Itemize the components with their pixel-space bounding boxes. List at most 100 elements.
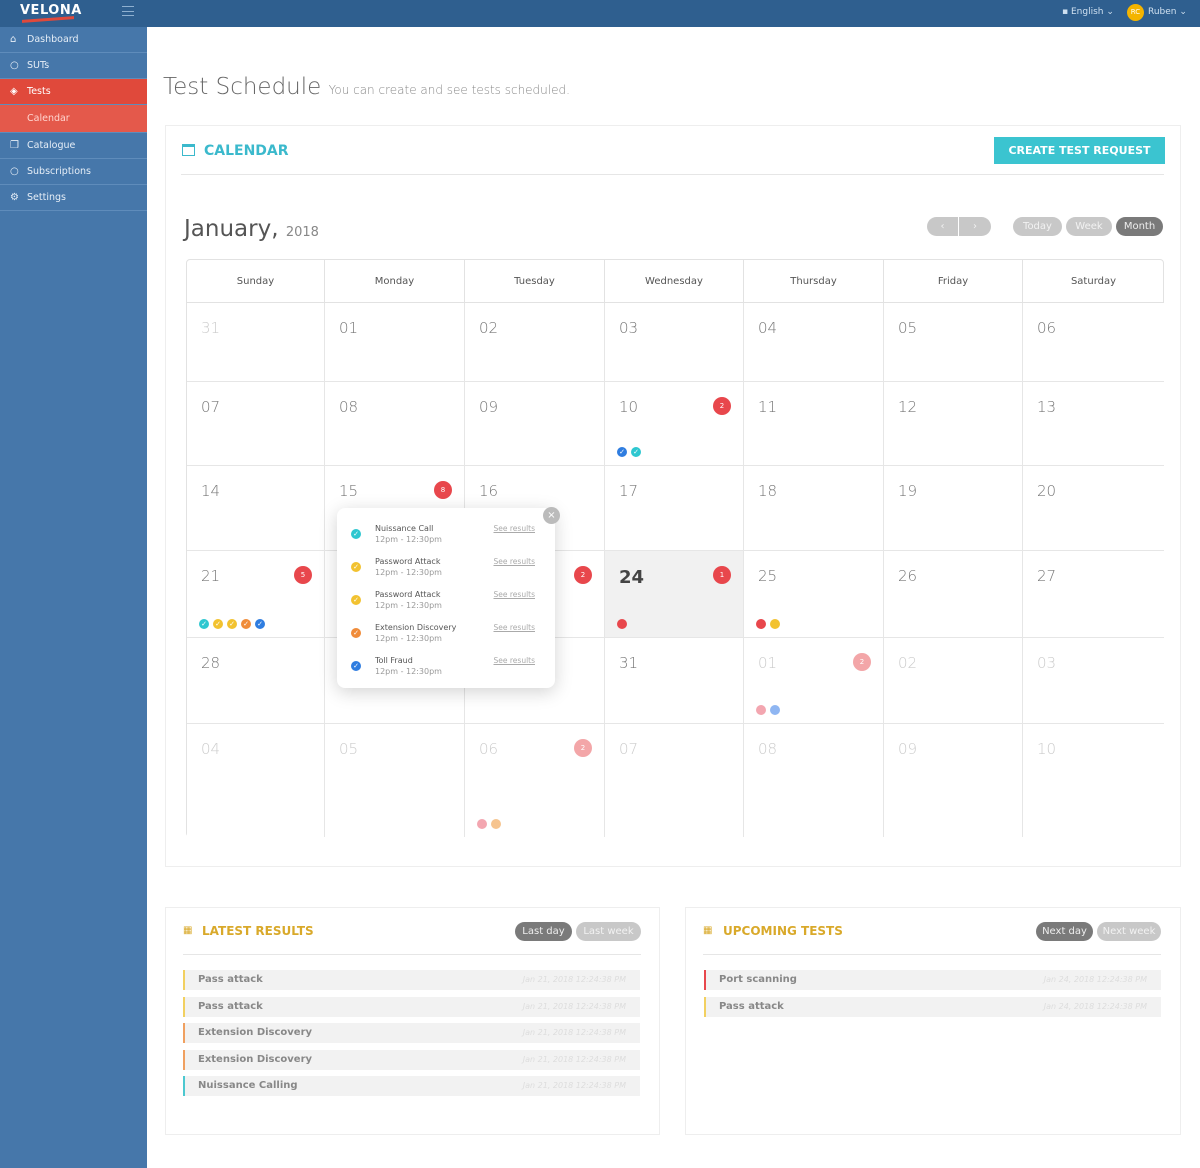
calendar-day-cell[interactable]: 09 [884, 724, 1023, 837]
next-week-button[interactable]: Next week [1097, 922, 1161, 941]
calendar-day-cell[interactable]: 05 [884, 303, 1023, 382]
menu-toggle-icon[interactable] [122, 6, 134, 16]
calendar-day-cell[interactable]: 07 [605, 724, 744, 837]
see-results-link[interactable]: See results [494, 656, 536, 665]
sidebar-item-label: Settings [27, 192, 66, 203]
sidebar-item-settings[interactable]: ⚙ Settings [0, 185, 147, 211]
calendar-day-cell[interactable]: 14 [187, 466, 325, 551]
month-view-button[interactable]: Month [1116, 217, 1163, 236]
calendar-day-cell[interactable]: 01 [325, 303, 465, 382]
calendar-day-cell[interactable]: 26 [884, 551, 1023, 638]
check-circle-icon[interactable]: ✓ [227, 619, 237, 629]
calendar-day-cell[interactable]: 11 [744, 382, 884, 466]
event-count-badge[interactable]: 2 [574, 566, 592, 584]
calendar-day-cell[interactable]: 07 [187, 382, 325, 466]
event-dot[interactable] [477, 819, 487, 829]
result-row[interactable]: Nuissance Calling Jan 21, 2018 12:24:38 P… [183, 1076, 640, 1096]
check-circle-icon[interactable]: ✓ [213, 619, 223, 629]
calendar-day-cell[interactable]: 18 [744, 466, 884, 551]
calendar-day-cell[interactable]: 10 2 ✓ ✓ [605, 382, 744, 466]
event-dot[interactable] [770, 705, 780, 715]
close-popover-button[interactable]: × [543, 507, 560, 524]
check-circle-icon[interactable]: ✓ [631, 447, 641, 457]
last-day-button[interactable]: Last day [515, 922, 572, 941]
calendar-day-cell[interactable]: 19 [884, 466, 1023, 551]
language-selector[interactable]: ▪ English ⌄ [1062, 7, 1114, 17]
calendar-day-cell[interactable]: 13 [1023, 382, 1164, 466]
row-name: Extension Discovery [198, 1027, 313, 1038]
event-dot[interactable] [756, 619, 766, 629]
calendar-day-cell[interactable]: 06 2 [465, 724, 605, 837]
upcoming-tests-panel [685, 907, 1181, 1135]
event-dot[interactable] [491, 819, 501, 829]
calendar-day-cell[interactable]: 27 [1023, 551, 1164, 638]
event-count-badge[interactable]: 2 [853, 653, 871, 671]
result-row[interactable]: Pass attack Jan 21, 2018 12:24:38 PM [183, 970, 640, 990]
calendar-day-cell[interactable]: 03 [605, 303, 744, 382]
calendar-day-cell[interactable]: 06 [1023, 303, 1164, 382]
row-name: Pass attack [719, 1000, 784, 1012]
event-count-badge[interactable]: 1 [713, 566, 731, 584]
check-circle-icon[interactable]: ✓ [255, 619, 265, 629]
calendar-day-cell[interactable]: 03 [1023, 638, 1164, 724]
see-results-link[interactable]: See results [494, 557, 536, 566]
event-dots [477, 819, 501, 829]
result-row[interactable]: Pass attack Jan 24, 2018 12:24:38 PM [704, 996, 1161, 1017]
see-results-link[interactable]: See results [494, 590, 536, 599]
calendar-day-cell[interactable]: 02 [465, 303, 605, 382]
calendar-day-cell[interactable]: 01 2 [744, 638, 884, 724]
day-number: 07 [619, 740, 639, 758]
sidebar-item-catalogue[interactable]: ❐ Catalogue [0, 133, 147, 159]
event-dot[interactable] [770, 619, 780, 629]
see-results-link[interactable]: See results [494, 623, 536, 632]
calendar-day-cell[interactable]: 02 [884, 638, 1023, 724]
calendar-day-cell[interactable]: 28 [187, 638, 325, 724]
calendar-day-cell[interactable]: 31 [187, 303, 325, 382]
calendar-day-cell[interactable]: 04 [744, 303, 884, 382]
calendar-day-cell[interactable]: 10 [1023, 724, 1164, 837]
calendar-day-cell[interactable]: 24 1 [605, 551, 744, 638]
sidebar-item-label: Subscriptions [27, 166, 91, 177]
event-count-badge[interactable]: 2 [574, 739, 592, 757]
day-number: 04 [201, 740, 221, 758]
calendar-day-cell[interactable]: 04 [187, 724, 325, 837]
result-row[interactable]: Extension Discovery Jan 21, 2018 12:24:38… [183, 1023, 640, 1043]
calendar-day-cell[interactable]: 17 [605, 466, 744, 551]
next-month-button[interactable]: › [959, 217, 991, 236]
sidebar-item-calendar[interactable]: Calendar [0, 105, 147, 133]
calendar-day-cell[interactable]: 08 [744, 724, 884, 837]
calendar-day-cell[interactable]: 31 [605, 638, 744, 724]
sidebar-item-suts[interactable]: ○ SUTs [0, 53, 147, 79]
check-circle-icon[interactable]: ✓ [241, 619, 251, 629]
calendar-day-cell[interactable]: 20 [1023, 466, 1164, 551]
result-row[interactable]: Extension Discovery Jan 21, 2018 12:24:38… [183, 1049, 640, 1070]
result-row[interactable]: Port scanning Jan 24, 2018 12:24:38 PM [704, 970, 1161, 990]
event-dot[interactable] [617, 619, 627, 629]
avatar[interactable]: RC [1127, 4, 1144, 21]
calendar-day-cell[interactable]: 12 [884, 382, 1023, 466]
user-menu[interactable]: Ruben ⌄ [1148, 7, 1187, 17]
result-row[interactable]: Pass attack Jan 21, 2018 12:24:38 PM [183, 996, 640, 1017]
check-circle-icon[interactable]: ✓ [617, 447, 627, 457]
sidebar-item-tests[interactable]: ◈ Tests [0, 79, 147, 105]
next-day-button[interactable]: Next day [1036, 922, 1093, 941]
event-count-badge[interactable]: 8 [434, 481, 452, 499]
event-count-badge[interactable]: 2 [713, 397, 731, 415]
calendar-day-cell[interactable]: 08 [325, 382, 465, 466]
event-name: Password Attack [375, 557, 441, 566]
see-results-link[interactable]: See results [494, 524, 536, 533]
calendar-day-cell[interactable]: 25 [744, 551, 884, 638]
sidebar-item-dashboard[interactable]: ⌂ Dashboard [0, 27, 147, 53]
today-button[interactable]: Today [1013, 217, 1062, 236]
week-view-button[interactable]: Week [1066, 217, 1112, 236]
event-count-badge[interactable]: 5 [294, 566, 312, 584]
calendar-day-cell[interactable]: 05 [325, 724, 465, 837]
calendar-day-cell[interactable]: 21 5 ✓ ✓ ✓ ✓ ✓ [187, 551, 325, 638]
check-circle-icon[interactable]: ✓ [199, 619, 209, 629]
last-week-button[interactable]: Last week [576, 922, 641, 941]
calendar-day-cell[interactable]: 09 [465, 382, 605, 466]
prev-month-button[interactable]: ‹ [927, 217, 958, 236]
sidebar-item-subscriptions[interactable]: ○ Subscriptions [0, 159, 147, 185]
event-dot[interactable] [756, 705, 766, 715]
create-test-request-button[interactable]: CREATE TEST REQUEST [994, 137, 1165, 164]
